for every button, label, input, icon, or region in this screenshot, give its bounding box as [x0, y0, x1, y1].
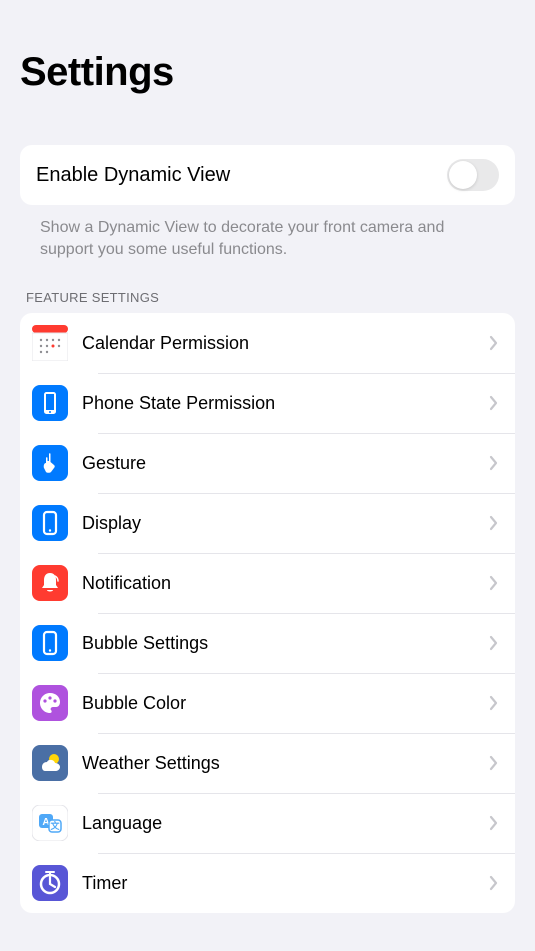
chevron-right-icon: [489, 454, 499, 472]
list-item-label: Weather Settings: [82, 753, 489, 774]
list-item-language[interactable]: A 文 Language: [20, 793, 515, 853]
list-item-label: Display: [82, 513, 489, 534]
list-item-label: Language: [82, 813, 489, 834]
list-item-calendar[interactable]: Calendar Permission: [20, 313, 515, 373]
timer-icon: [32, 865, 68, 901]
phone-state-icon: [32, 385, 68, 421]
toggle-knob: [449, 161, 477, 189]
list-item-label: Bubble Settings: [82, 633, 489, 654]
chevron-right-icon: [489, 874, 499, 892]
palette-icon: [32, 685, 68, 721]
chevron-right-icon: [489, 694, 499, 712]
list-item-phone-state[interactable]: Phone State Permission: [20, 373, 515, 433]
list-item-label: Notification: [82, 573, 489, 594]
language-icon: A 文: [32, 805, 68, 841]
page-title: Settings: [0, 0, 535, 115]
enable-dynamic-view-row: Enable Dynamic View: [20, 145, 515, 205]
list-item-display[interactable]: Display: [20, 493, 515, 553]
list-item-notification[interactable]: Notification: [20, 553, 515, 613]
chevron-right-icon: [489, 574, 499, 592]
list-item-label: Timer: [82, 873, 489, 894]
enable-dynamic-view-label: Enable Dynamic View: [36, 164, 230, 187]
toggle-card: Enable Dynamic View: [20, 145, 515, 205]
list-item-palette[interactable]: Bubble Color: [20, 673, 515, 733]
feature-settings-header: FEATURE SETTINGS: [0, 270, 535, 313]
chevron-right-icon: [489, 394, 499, 412]
list-item-bubble[interactable]: Bubble Settings: [20, 613, 515, 673]
list-item-label: Phone State Permission: [82, 393, 489, 414]
chevron-right-icon: [489, 514, 499, 532]
gesture-icon: [32, 445, 68, 481]
svg-text:文: 文: [49, 820, 60, 831]
chevron-right-icon: [489, 814, 499, 832]
bubble-icon: [32, 625, 68, 661]
feature-list: Calendar Permission Phone State Permissi…: [20, 313, 515, 913]
list-item-label: Gesture: [82, 453, 489, 474]
list-item-gesture[interactable]: Gesture: [20, 433, 515, 493]
list-item-label: Calendar Permission: [82, 333, 489, 354]
enable-dynamic-view-toggle[interactable]: [447, 159, 499, 191]
toggle-description: Show a Dynamic View to decorate your fro…: [0, 205, 535, 270]
display-icon: [32, 505, 68, 541]
list-item-label: Bubble Color: [82, 693, 489, 714]
chevron-right-icon: [489, 334, 499, 352]
chevron-right-icon: [489, 634, 499, 652]
calendar-icon: [32, 325, 68, 361]
chevron-right-icon: [489, 754, 499, 772]
notification-icon: [32, 565, 68, 601]
list-item-weather[interactable]: Weather Settings: [20, 733, 515, 793]
list-item-timer[interactable]: Timer: [20, 853, 515, 913]
weather-icon: [32, 745, 68, 781]
